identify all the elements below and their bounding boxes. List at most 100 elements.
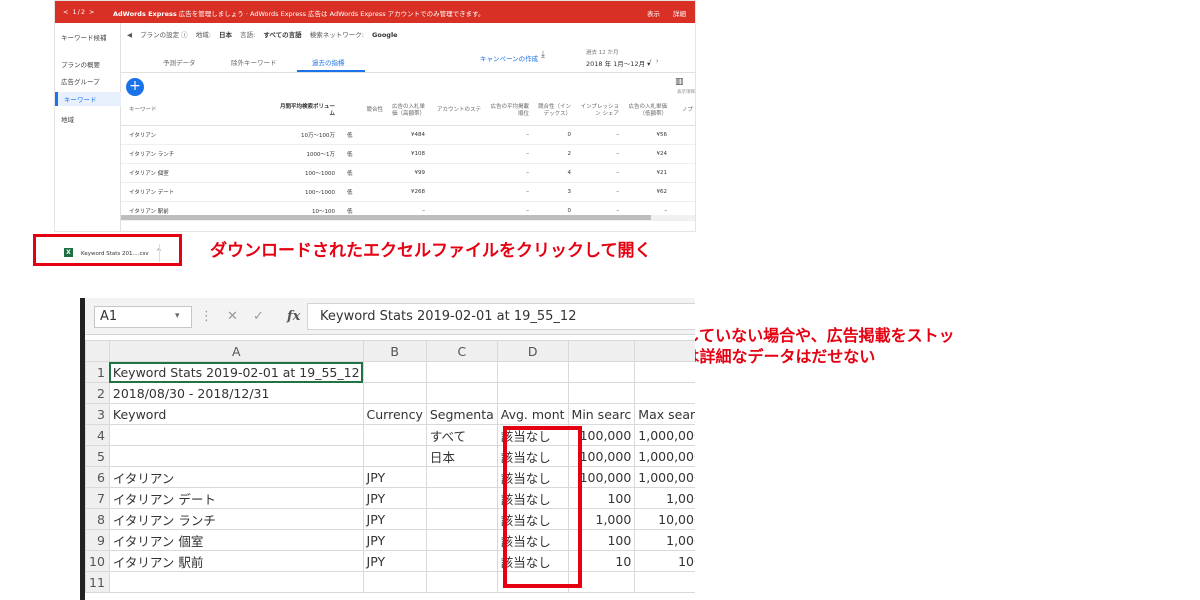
cell[interactable]: Min searc	[567, 403, 636, 425]
cell[interactable]: 2018/08/30 - 2018/12/31	[108, 382, 364, 404]
column-header[interactable]: C	[425, 340, 498, 362]
sidebar-item-location[interactable]: 地域	[61, 114, 74, 124]
row-header[interactable]: 11	[85, 571, 110, 593]
date-range-dropdown[interactable]: 2018 年 1月〜12月 ▾	[586, 58, 650, 68]
columns-icon[interactable]: ▥	[675, 77, 684, 87]
tab-forecast[interactable]: 予測データ	[163, 57, 196, 67]
cell[interactable]	[425, 487, 498, 509]
column-header[interactable]	[634, 340, 695, 362]
download-icon[interactable]: ⤓	[541, 50, 545, 60]
column-header[interactable]: A	[108, 340, 364, 362]
cell[interactable]: 100	[634, 550, 695, 572]
sidebar-item-keywords[interactable]: キーワード	[55, 92, 121, 106]
cell[interactable]	[634, 382, 695, 404]
add-keyword-button[interactable]: +	[126, 78, 144, 96]
pager-nav[interactable]: < 1/2 >	[63, 8, 96, 16]
cell[interactable]: 1,000	[634, 487, 695, 509]
create-campaign-link[interactable]: キャンペーンの作成	[480, 53, 538, 63]
row-header[interactable]: 4	[85, 424, 110, 446]
cell[interactable]: 日本	[425, 445, 498, 467]
cell[interactable]	[362, 424, 427, 446]
cell[interactable]: Avg. mont	[496, 403, 569, 425]
cell[interactable]	[496, 382, 569, 404]
cell[interactable]: 1,000	[634, 529, 695, 551]
cell[interactable]	[425, 361, 498, 383]
cell[interactable]: 1,000,000	[634, 445, 695, 467]
column-header[interactable]: D	[496, 340, 569, 362]
column-header[interactable]: ノプ	[671, 97, 695, 126]
formula-input[interactable]: Keyword Stats 2019-02-01 at 19_55_12	[307, 303, 695, 330]
tab-negative-keywords[interactable]: 除外キーワード	[231, 57, 277, 67]
sidebar-item-plan-overview[interactable]: プランの概要	[61, 59, 100, 69]
cell[interactable]	[108, 445, 364, 467]
cell[interactable]	[425, 571, 498, 593]
cancel-icon[interactable]: ✕	[227, 309, 238, 324]
cell[interactable]: JPY	[362, 487, 427, 509]
cell[interactable]: イタリアン	[108, 466, 364, 488]
cell[interactable]: 10,000	[634, 508, 695, 530]
cell[interactable]: JPY	[362, 529, 427, 551]
row-header[interactable]: 2	[85, 382, 110, 404]
column-header[interactable]: 競合性	[339, 97, 387, 126]
cell[interactable]: すべて	[425, 424, 498, 446]
column-header[interactable]: 広告の入札単価（高額帯）	[387, 97, 429, 126]
cell[interactable]: Keyword	[108, 403, 364, 425]
column-header[interactable]: B	[362, 340, 427, 362]
column-header[interactable]: 競合性（インデックス）	[533, 97, 575, 126]
downloaded-file-name[interactable]: Keyword Stats 201....csv	[81, 251, 149, 257]
cell[interactable]	[567, 361, 636, 383]
cell[interactable]: JPY	[362, 508, 427, 530]
location-filter[interactable]: 地域: 日本	[196, 31, 232, 39]
cell[interactable]: イタリアン ランチ	[108, 508, 364, 530]
row-header[interactable]: 5	[85, 445, 110, 467]
cell[interactable]	[425, 529, 498, 551]
tab-historical-metrics[interactable]: 過去の指標	[312, 57, 345, 67]
cell[interactable]: イタリアン デート	[108, 487, 364, 509]
table-row[interactable]: イタリアン デート 100〜1000 低 ¥268–3– ¥62	[121, 182, 695, 202]
column-header[interactable]: 広告の入札単価（低額帯）	[623, 97, 671, 126]
cell[interactable]: JPY	[362, 550, 427, 572]
cell[interactable]	[634, 361, 695, 383]
insert-function-icon[interactable]: fx	[287, 309, 300, 324]
details-link[interactable]: 詳細	[673, 8, 686, 18]
cell[interactable]: 1,000,000	[634, 466, 695, 488]
sidebar-item-keyword-ideas[interactable]: キーワード候補	[61, 32, 107, 42]
row-header[interactable]: 7	[85, 487, 110, 509]
cell[interactable]	[634, 571, 695, 593]
cell[interactable]	[496, 361, 569, 383]
date-range-arrows[interactable]: ‹›	[649, 57, 663, 65]
row-header[interactable]: 10	[85, 550, 110, 572]
cell[interactable]: イタリアン 個室	[108, 529, 364, 551]
column-header[interactable]	[567, 340, 636, 362]
cell[interactable]: Currency	[362, 403, 427, 425]
cell[interactable]	[425, 382, 498, 404]
cell[interactable]: Keyword Stats 2019-02-01 at 19_55_12	[108, 361, 364, 383]
row-header[interactable]: 1	[85, 361, 110, 383]
check-icon[interactable]: ✓	[253, 309, 264, 324]
corner-header[interactable]	[85, 340, 110, 362]
dropdown-arrow-icon[interactable]: ▾	[175, 311, 180, 321]
plan-settings-label[interactable]: プランの設定 ⓘ	[140, 31, 188, 39]
cell[interactable]: イタリアン 駅前	[108, 550, 364, 572]
cell[interactable]: 1,000,000	[634, 424, 695, 446]
column-header[interactable]: 広告の平均掲載順位	[485, 97, 533, 126]
cell[interactable]: Segmenta	[425, 403, 498, 425]
cell[interactable]: JPY	[362, 466, 427, 488]
cell[interactable]	[567, 382, 636, 404]
column-header[interactable]: インプレッション シェア	[575, 97, 623, 126]
row-header[interactable]: 3	[85, 403, 110, 425]
sidebar-item-ad-groups[interactable]: 広告グループ	[61, 76, 100, 86]
table-row[interactable]: イタリアン ランチ 1000〜1万低 ¥108–2– ¥24	[121, 144, 695, 164]
row-header[interactable]: 9	[85, 529, 110, 551]
view-link[interactable]: 表示	[647, 8, 660, 18]
cell[interactable]	[108, 424, 364, 446]
cell[interactable]	[362, 571, 427, 593]
row-header[interactable]: 8	[85, 508, 110, 530]
table-row[interactable]: イタリアン 10万〜100万低 ¥484–0– ¥56	[121, 125, 695, 145]
cell[interactable]: Max searc	[634, 403, 695, 425]
cell[interactable]	[362, 382, 427, 404]
row-header[interactable]: 6	[85, 466, 110, 488]
cell[interactable]	[362, 361, 427, 383]
horizontal-scrollbar-thumb[interactable]	[121, 215, 651, 220]
network-filter[interactable]: 検索ネットワーク: Google	[310, 31, 398, 39]
